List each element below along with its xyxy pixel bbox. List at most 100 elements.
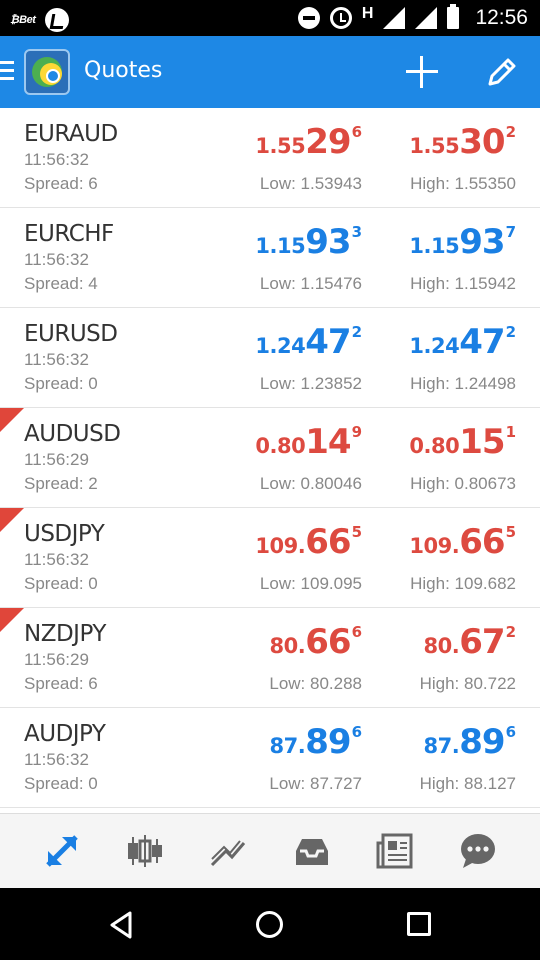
bid-price: 0.80149 — [255, 422, 362, 462]
ask-price-pips: 15 — [459, 422, 505, 462]
ask-price-prefix: 0.80 — [409, 434, 460, 458]
quote-row-eurusd[interactable]: EURUSD 11:56:32 Spread: 0 1.24472 1.2447… — [0, 308, 540, 408]
bid-price: 1.55296 — [255, 122, 362, 162]
quote-row-nzdjpy[interactable]: NZDJPY 11:56:29 Spread: 6 80.666 80.672 … — [0, 608, 540, 708]
ask-price-pips: 67 — [459, 622, 505, 662]
signal-icon — [383, 7, 406, 29]
ask-price-prefix: 87. — [423, 734, 460, 758]
quote-row-audusd[interactable]: AUDUSD 11:56:29 Spread: 2 0.80149 0.8015… — [0, 408, 540, 508]
back-icon[interactable] — [108, 910, 134, 945]
spread-value: Spread: 0 — [24, 774, 98, 793]
ask-price-prefix: 80. — [423, 634, 460, 658]
status-time: 12:56 — [475, 6, 528, 29]
quote-row-usdjpy[interactable]: USDJPY 11:56:32 Spread: 0 109.665 109.66… — [0, 508, 540, 608]
quote-row-eurchf[interactable]: EURCHF 11:56:32 Spread: 4 1.15933 1.1593… — [0, 208, 540, 308]
ask-price-pips: 30 — [459, 122, 505, 162]
bid-price-pips: 29 — [305, 122, 351, 162]
add-icon[interactable] — [404, 54, 440, 90]
high-value: High: 1.24498 — [410, 374, 516, 393]
symbol-name: AUDUSD — [24, 421, 121, 447]
high-value: High: 1.15942 — [410, 274, 516, 293]
spread-value: Spread: 6 — [24, 174, 98, 193]
spread-value: Spread: 0 — [24, 374, 98, 393]
ask-price-prefix: 1.55 — [409, 134, 460, 158]
ask-price: 80.672 — [424, 622, 516, 662]
symbol-name: NZDJPY — [24, 621, 106, 647]
bid-price-fraction: 3 — [351, 223, 362, 241]
spread-value: Spread: 6 — [24, 674, 98, 693]
quote-row-euraud[interactable]: EURAUD 11:56:32 Spread: 6 1.55296 1.5530… — [0, 108, 540, 208]
recent-apps-icon[interactable] — [407, 912, 431, 936]
low-value: Low: 1.53943 — [259, 174, 362, 193]
low-value: Low: 0.80046 — [259, 474, 362, 493]
symbol-name: USDJPY — [24, 521, 105, 547]
ask-price-prefix: 1.24 — [409, 334, 460, 358]
battery-icon — [447, 4, 460, 29]
quote-time: 11:56:29 — [24, 650, 89, 669]
candlestick-chart-icon[interactable] — [120, 826, 170, 876]
ask-price: 87.896 — [424, 722, 516, 762]
page-title: Quotes — [84, 58, 163, 83]
trade-icon[interactable] — [203, 826, 253, 876]
quotes-arrows-icon[interactable] — [37, 826, 87, 876]
bid-price-fraction: 6 — [351, 723, 362, 741]
bid-price-prefix: 1.24 — [255, 334, 306, 358]
bid-price-fraction: 9 — [351, 423, 362, 441]
history-inbox-icon[interactable] — [287, 826, 337, 876]
quote-time: 11:56:29 — [24, 450, 89, 469]
bid-price: 1.15933 — [255, 222, 362, 262]
status-bar: ₿Bet H 12:56 — [0, 0, 540, 36]
status-right: H 12:56 — [297, 4, 528, 31]
bid-price-pips: 66 — [305, 522, 351, 562]
bid-price: 109.665 — [255, 522, 362, 562]
chat-bubble-icon[interactable] — [453, 826, 503, 876]
ask-price-fraction: 2 — [505, 323, 516, 341]
low-value: Low: 80.288 — [269, 674, 362, 693]
ask-price-fraction: 2 — [505, 623, 516, 641]
spread-value: Spread: 4 — [24, 274, 98, 293]
ask-price-prefix: 109. — [409, 534, 460, 558]
quote-row-audjpy[interactable]: AUDJPY 11:56:32 Spread: 0 87.896 87.896 … — [0, 708, 540, 808]
metatrader-logo[interactable] — [24, 49, 70, 95]
ask-price-pips: 93 — [459, 222, 505, 262]
symbol-name: EURUSD — [24, 321, 118, 347]
edit-icon[interactable] — [484, 54, 520, 90]
quote-time: 11:56:32 — [24, 750, 89, 769]
bid-price-pips: 14 — [305, 422, 351, 462]
bid-price-pips: 93 — [305, 222, 351, 262]
high-value: High: 80.722 — [419, 674, 516, 693]
price-down-flag — [0, 508, 24, 532]
bid-price: 1.24472 — [255, 322, 362, 362]
news-icon[interactable] — [370, 826, 420, 876]
high-value: High: 88.127 — [419, 774, 516, 793]
bid-price-prefix: 1.15 — [255, 234, 306, 258]
ask-price-fraction: 2 — [505, 123, 516, 141]
ask-price-fraction: 5 — [505, 523, 516, 541]
ask-price-prefix: 1.15 — [409, 234, 460, 258]
app-bar: Quotes — [0, 36, 540, 108]
quote-time: 11:56:32 — [24, 550, 89, 569]
bid-price-fraction: 6 — [351, 623, 362, 641]
bid-price: 80.666 — [270, 622, 362, 662]
bid-price-prefix: 87. — [269, 734, 306, 758]
bid-price-prefix: 109. — [255, 534, 306, 558]
status-left: ₿Bet — [10, 8, 70, 32]
price-down-flag — [0, 608, 24, 632]
low-value: Low: 1.23852 — [259, 374, 362, 393]
bid-price-pips: 66 — [305, 622, 351, 662]
high-value: High: 1.55350 — [410, 174, 516, 193]
system-nav-bar — [0, 888, 540, 960]
network-type: H — [361, 5, 374, 22]
symbol-name: AUDJPY — [24, 721, 106, 747]
home-icon[interactable] — [256, 911, 283, 938]
ask-price: 1.15937 — [409, 222, 516, 262]
ask-price: 0.80151 — [409, 422, 516, 462]
do-not-disturb-icon — [297, 7, 320, 29]
menu-icon[interactable] — [0, 61, 14, 81]
low-value: Low: 87.727 — [269, 774, 362, 793]
bid-price-pips: 89 — [305, 722, 351, 762]
alarm-icon — [329, 7, 352, 29]
bid-price-fraction: 5 — [351, 523, 362, 541]
ask-price-fraction: 7 — [505, 223, 516, 241]
low-value: Low: 109.095 — [259, 574, 362, 593]
